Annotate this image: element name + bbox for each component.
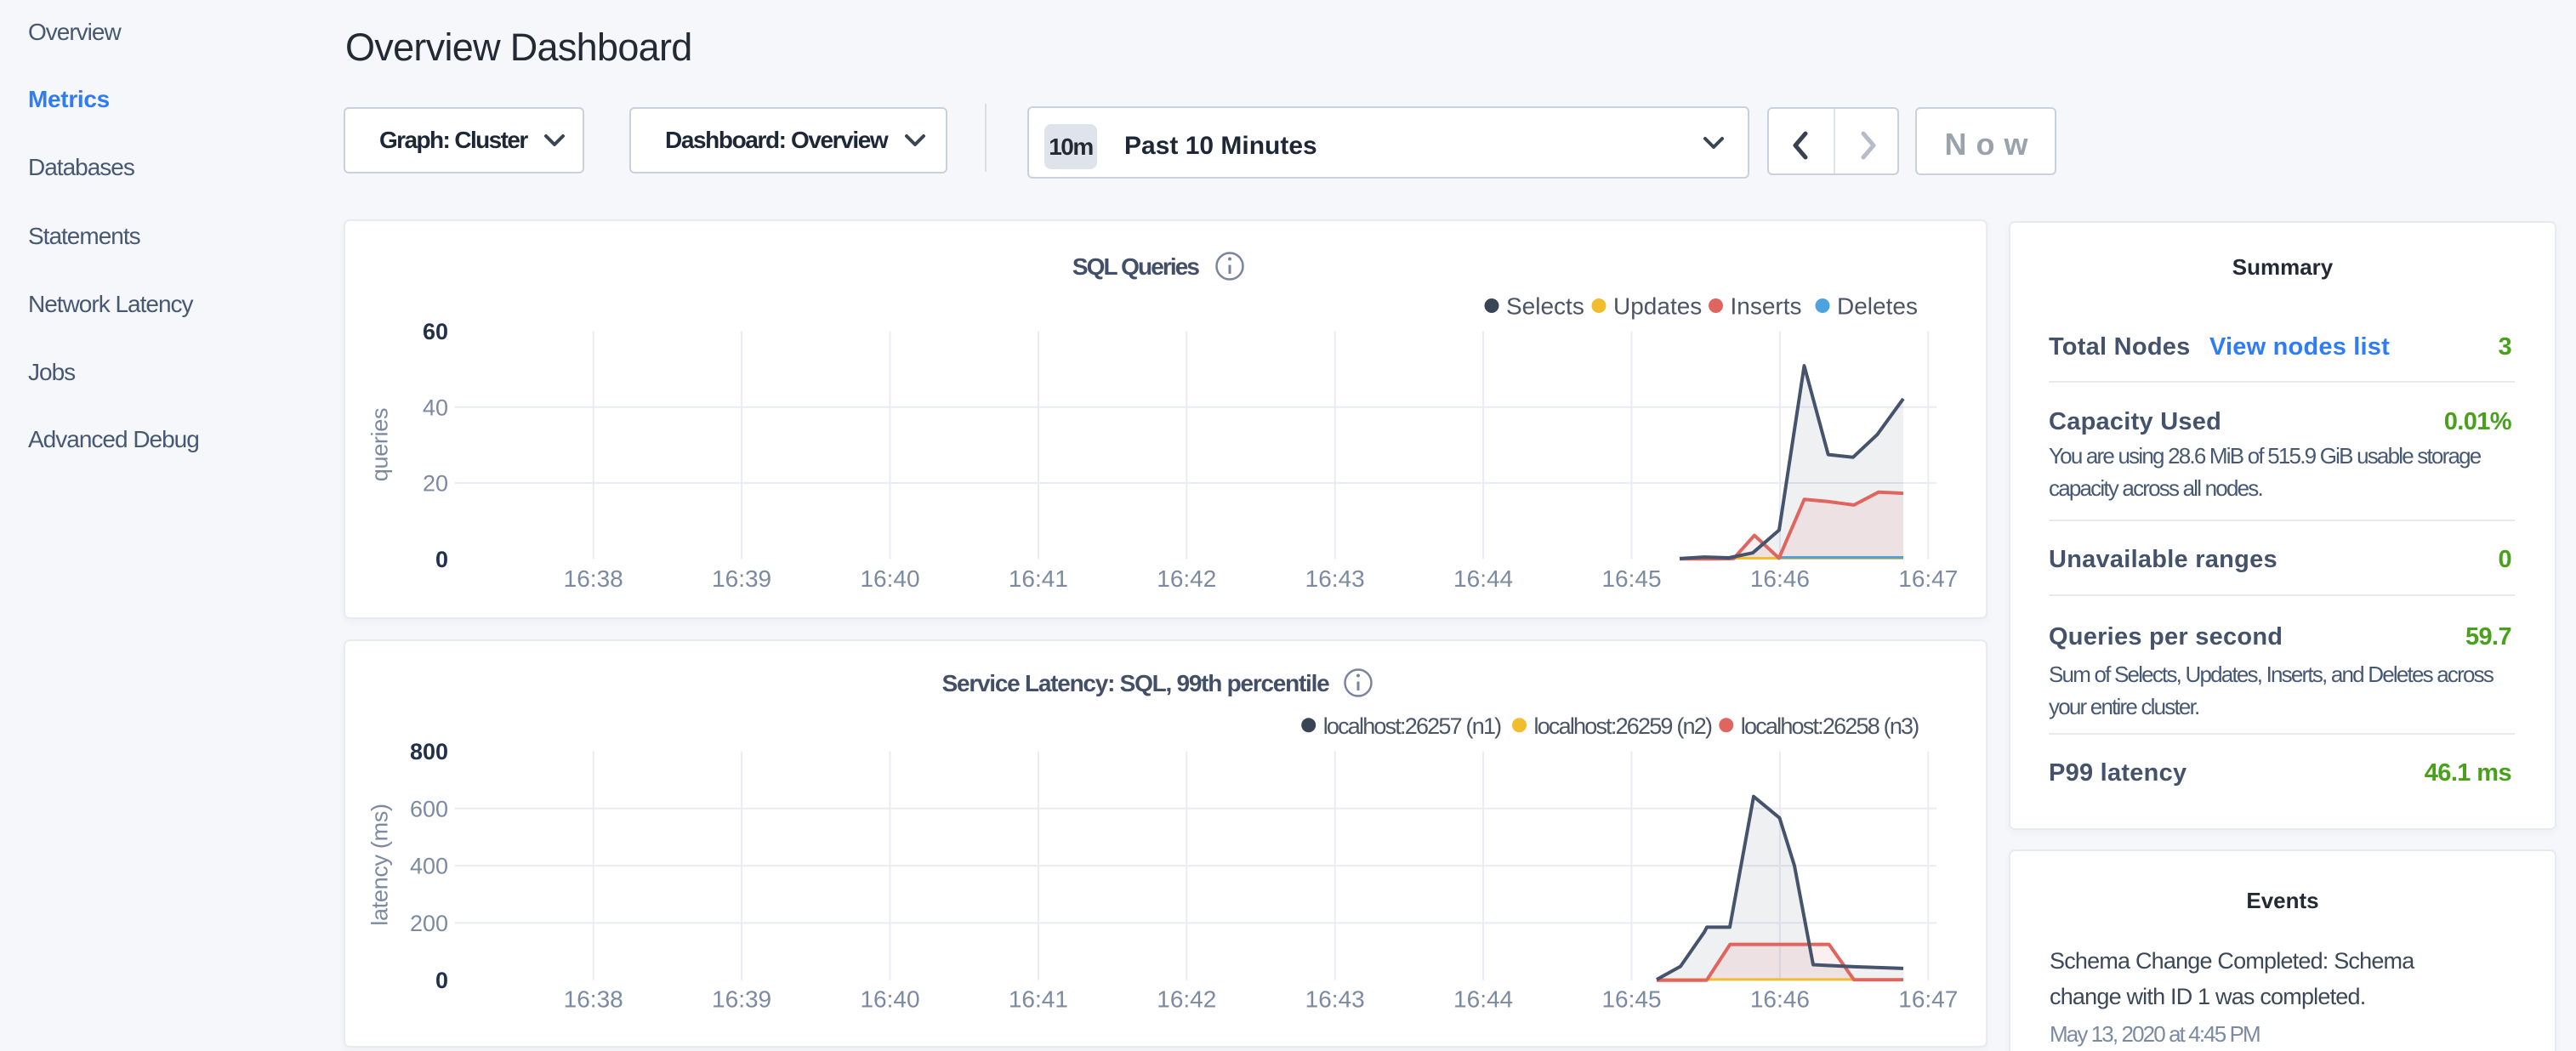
svg-text:queries: queries <box>367 408 393 481</box>
svg-text:16:43: 16:43 <box>1305 986 1365 1013</box>
svg-text:16:47: 16:47 <box>1898 986 1958 1013</box>
svg-text:16:44: 16:44 <box>1453 986 1513 1013</box>
svg-text:16:46: 16:46 <box>1750 565 1810 592</box>
svg-text:localhost:26257 (n1): localhost:26257 (n1) <box>1323 713 1501 739</box>
svg-text:40: 40 <box>423 395 448 420</box>
svg-text:localhost:26259 (n2): localhost:26259 (n2) <box>1534 713 1712 739</box>
svg-text:16:41: 16:41 <box>1009 565 1068 592</box>
svg-text:16:47: 16:47 <box>1898 565 1958 592</box>
svg-text:16:45: 16:45 <box>1601 986 1661 1013</box>
svg-text:Deletes: Deletes <box>1837 293 1918 320</box>
svg-text:600: 600 <box>410 796 448 821</box>
svg-text:16:39: 16:39 <box>712 565 771 592</box>
svg-text:0: 0 <box>435 547 448 572</box>
svg-text:latency (ms): latency (ms) <box>367 804 393 925</box>
svg-text:16:42: 16:42 <box>1157 565 1216 592</box>
svg-text:16:40: 16:40 <box>860 986 919 1013</box>
svg-text:16:41: 16:41 <box>1009 986 1068 1013</box>
svg-text:SQL Queries: SQL Queries <box>1072 253 1200 280</box>
svg-text:60: 60 <box>423 319 448 344</box>
svg-text:16:40: 16:40 <box>860 565 919 592</box>
svg-text:localhost:26258 (n3): localhost:26258 (n3) <box>1741 713 1919 739</box>
svg-text:16:38: 16:38 <box>564 986 623 1013</box>
svg-text:800: 800 <box>410 739 448 764</box>
svg-text:16:44: 16:44 <box>1453 565 1513 592</box>
svg-text:0: 0 <box>435 968 448 993</box>
svg-text:16:46: 16:46 <box>1750 986 1810 1013</box>
svg-text:Updates: Updates <box>1613 293 1702 320</box>
svg-text:16:45: 16:45 <box>1601 565 1661 592</box>
svg-text:16:43: 16:43 <box>1305 565 1365 592</box>
svg-text:16:39: 16:39 <box>712 986 771 1013</box>
svg-text:Selects: Selects <box>1506 293 1584 320</box>
svg-text:200: 200 <box>410 911 448 936</box>
svg-text:16:42: 16:42 <box>1157 986 1216 1013</box>
svg-text:Inserts: Inserts <box>1731 293 1802 320</box>
svg-text:400: 400 <box>410 854 448 879</box>
svg-text:16:38: 16:38 <box>564 565 623 592</box>
svg-text:Service Latency: SQL, 99th per: Service Latency: SQL, 99th percentile <box>942 670 1330 696</box>
svg-text:20: 20 <box>423 471 448 497</box>
